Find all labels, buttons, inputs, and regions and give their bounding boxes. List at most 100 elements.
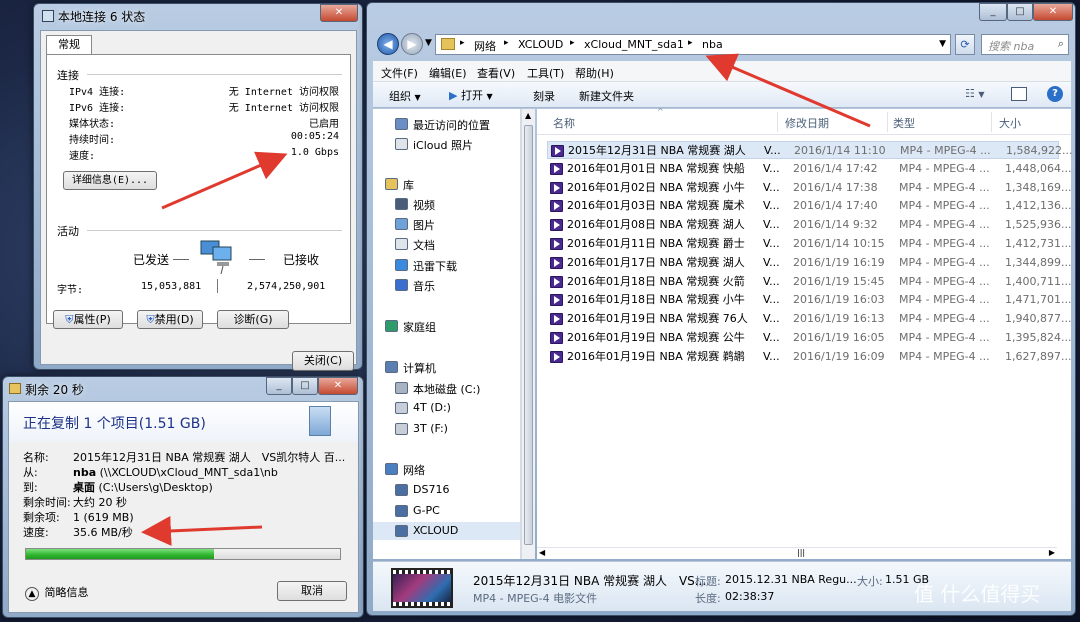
organize-button[interactable]: 组织 ▼ [389,88,421,104]
sidebar-item[interactable]: 计算机 [373,358,520,376]
to-folder[interactable]: 桌面 [73,481,95,494]
search-input[interactable]: 搜索 nba ⌕ [981,34,1069,55]
to-label: 到: [23,481,38,494]
back-button[interactable]: ◀ [377,33,399,55]
maximize-button[interactable]: □ [292,377,318,395]
close-button[interactable]: 关闭(C) [292,351,354,371]
sidebar-item[interactable]: DS716 [373,481,520,499]
close-window-button[interactable]: ✕ [318,377,358,395]
address-dropdown-icon[interactable]: ▼ [939,39,946,49]
menu-view[interactable]: 查看(V) [477,65,515,81]
sidebar-item[interactable]: 音乐 [373,276,520,294]
column-name[interactable]: 名称 [553,115,575,131]
from-folder[interactable]: nba [73,466,96,479]
file-row[interactable]: 2016年01月18日 NBA 常规赛 小牛 V... 2016/1/19 16:0… [547,291,1071,309]
search-icon: ⌕ [1057,37,1064,50]
network-computers-icon [199,237,235,275]
file-row[interactable]: 2016年01月19日 NBA 常规赛 76人 V... 2016/1/19 16:… [547,310,1071,328]
sidebar-item[interactable]: 视频 [373,195,520,213]
menu-edit[interactable]: 编辑(E) [429,65,467,81]
from-value[interactable]: nba (\\XCLOUD\xCloud_MNT_sda1\nb [73,465,278,480]
forward-button[interactable]: ▶ [401,33,423,55]
file-row[interactable]: 2016年01月11日 NBA 常规赛 爵士 V... 2016/1/14 10:1… [547,235,1071,253]
tab-general[interactable]: 常规 [46,35,92,55]
length-value: 02:38:37 [725,590,775,603]
watermark-text: 值 什么值得买 [914,582,1041,606]
video-file-icon [550,332,563,344]
column-date[interactable]: 修改日期 [785,115,829,131]
breadcrumb-item[interactable]: XCLOUD [518,38,563,51]
minimize-button[interactable]: _ [266,377,292,395]
sidebar-item[interactable]: 本地磁盘 (C:) [373,379,520,397]
drive-icon [395,402,408,414]
sidebar-item[interactable]: 文档 [373,235,520,253]
open-label: 打开 [460,89,483,102]
file-row[interactable]: 2015年12月31日 NBA 常规赛 湖人 V... 2016/1/14 11:1… [547,141,1072,159]
file-row[interactable]: 2016年01月02日 NBA 常规赛 小牛 V... 2016/1/4 17:38… [547,179,1071,197]
preview-pane-icon[interactable] [1011,87,1027,101]
cancel-button[interactable]: 取消 [277,581,347,601]
view-options-icon[interactable]: ☷ ▼ [965,87,985,100]
diagnose-button[interactable]: 诊断(G) [217,310,289,329]
connection-value: 00:05:24 [290,131,339,142]
heading-band: 正在复制 1 个项目(1.51 GB) [9,402,358,442]
sidebar-item[interactable]: 家庭组 [373,317,520,335]
breadcrumb-item[interactable]: 网络 [474,38,496,54]
disable-button[interactable]: ⛨禁用(D) [137,310,203,329]
new-folder-button[interactable]: 新建文件夹 [579,88,634,104]
to-value[interactable]: 桌面 (C:\Users\g\Desktop) [73,480,213,495]
file-row[interactable]: 2016年01月08日 NBA 常规赛 湖人 V... 2016/1/14 9:32… [547,216,1071,234]
video-thumbnail [391,568,453,608]
sidebar-item[interactable]: 3T (F:) [373,420,520,438]
sidebar-item[interactable]: 迅雷下载 [373,256,520,274]
close-window-button[interactable]: ✕ [1033,3,1073,21]
sidebar-item[interactable]: XCLOUD [373,522,520,540]
column-size[interactable]: 大小 [999,115,1021,131]
horizontal-scrollbar[interactable]: ◀ ||| ▶ [537,547,1057,559]
open-button[interactable]: ▶ 打开 ▼ [449,87,493,103]
properties-button[interactable]: ⛨属性(P) [53,310,123,329]
minimize-button[interactable]: _ [979,3,1007,21]
sidebar-item[interactable]: 网络 [373,460,520,478]
from-path: (\\XCLOUD\xCloud_MNT_sda1\nb [99,466,278,479]
file-row[interactable]: 2016年01月17日 NBA 常规赛 湖人 V... 2016/1/19 16:1… [547,254,1071,272]
breadcrumb-item[interactable]: nba [702,38,723,51]
menu-help[interactable]: 帮助(H) [575,65,614,81]
sidebar-item[interactable]: 库 [373,175,520,193]
file-row[interactable]: 2016年01月19日 NBA 常规赛 鹈鹕 V... 2016/1/19 16:0… [547,348,1071,366]
file-row[interactable]: 2016年01月18日 NBA 常规赛 火箭 V... 2016/1/19 15:4… [547,273,1071,291]
help-icon[interactable]: ? [1047,86,1063,102]
burn-button[interactable]: 刻录 [533,88,555,104]
menu-tools[interactable]: 工具(T) [527,65,564,81]
less-info-toggle[interactable]: ▲ 简略信息 [25,584,89,601]
scroll-left-arrow[interactable]: ◀ [539,548,545,557]
scroll-right-arrow[interactable]: ▶ [1049,548,1055,557]
drive-icon [395,423,408,435]
close-window-button[interactable]: ✕ [320,4,358,22]
file-list-pane: 名称 ^ 修改日期 类型 大小 2015年12月31日 NBA 常规赛 湖人 V.… [537,107,1072,559]
recent-pages-button[interactable]: ▼ [425,38,432,48]
file-size: 1,400,711... [1005,274,1072,288]
sidebar-item[interactable]: 4T (D:) [373,399,520,417]
file-row[interactable]: 2016年01月03日 NBA 常规赛 魔术 V... 2016/1/4 17:40… [547,197,1071,215]
file-row[interactable]: 2016年01月01日 NBA 常规赛 快船 V... 2016/1/4 17:42… [547,160,1071,178]
scrollbar-grip[interactable]: ||| [797,548,805,557]
sidebar-item[interactable]: G-PC [373,502,520,520]
refresh-button[interactable]: ⟳ [955,34,975,55]
details-button[interactable]: 详细信息(E)... [63,171,157,190]
navigation-scrollbar[interactable]: ▲ [521,109,535,559]
sidebar-item[interactable]: 最近访问的位置 [373,115,520,133]
menu-file[interactable]: 文件(F) [381,65,418,81]
search-placeholder: 搜索 nba [988,40,1035,53]
scroll-up-arrow[interactable]: ▲ [525,111,531,120]
address-bar[interactable]: ▸ 网络 ▸ XCLOUD ▸ xCloud_MNT_sda1 ▸ nba ▼ [435,34,951,55]
maximize-button[interactable]: □ [1007,3,1033,21]
video-file-icon [550,275,563,288]
size-label: 大小: [857,575,883,588]
file-row[interactable]: 2016年01月19日 NBA 常规赛 公牛 V... 2016/1/19 16:0… [547,329,1071,347]
sidebar-item[interactable]: 图片 [373,215,520,233]
breadcrumb-item[interactable]: xCloud_MNT_sda1 [584,38,684,51]
scrollbar-thumb[interactable] [524,125,533,545]
column-type[interactable]: 类型 [893,115,915,131]
sidebar-item[interactable]: iCloud 照片 [373,135,520,153]
